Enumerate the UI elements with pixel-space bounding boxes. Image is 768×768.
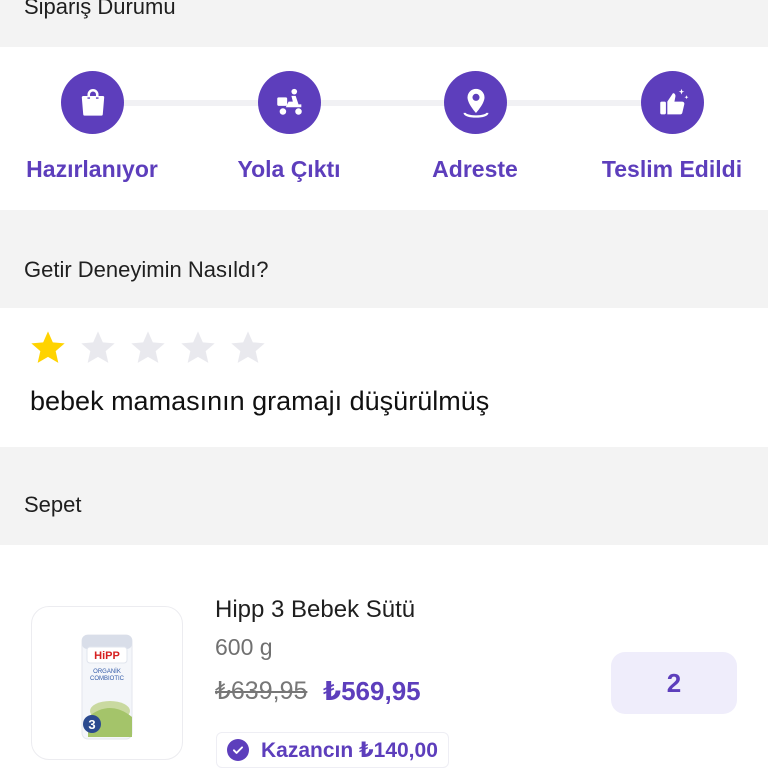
star-icon-empty[interactable] bbox=[228, 328, 268, 368]
rating-title: Getir Deneyimin Nasıldı? bbox=[24, 257, 269, 282]
savings-text: Kazancın ₺140,00 bbox=[261, 738, 438, 762]
svg-text:3: 3 bbox=[88, 717, 95, 732]
rating-header: Getir Deneyimin Nasıldı? bbox=[0, 210, 768, 308]
step-label-delivered: Teslim Edildi bbox=[601, 156, 743, 182]
status-progress-line bbox=[92, 100, 674, 106]
step-label-preparing: Hazırlanıyor bbox=[26, 156, 158, 182]
thumbs-up-sparkle-icon bbox=[641, 71, 704, 134]
quantity-button[interactable]: 2 bbox=[611, 652, 737, 714]
step-label-on-the-way: Yola Çıktı bbox=[237, 156, 341, 182]
check-circle-icon bbox=[227, 739, 249, 761]
product-package-image: HiPP ORGANİK COMBIOTIC 3 bbox=[81, 634, 133, 740]
product-old-price: ₺639,95 bbox=[215, 677, 308, 705]
svg-text:COMBIOTIC: COMBIOTIC bbox=[90, 676, 125, 682]
cart-title: Sepet bbox=[24, 492, 82, 517]
star-icon-empty[interactable] bbox=[78, 328, 118, 368]
cart-header: Sepet bbox=[0, 447, 768, 545]
savings-badge: Kazancın ₺140,00 bbox=[216, 732, 449, 768]
order-status-title: Sipariş Durumu bbox=[24, 0, 176, 19]
step-label-at-address: Adreste bbox=[432, 156, 518, 182]
product-name: Hipp 3 Bebek Sütü bbox=[215, 596, 416, 623]
star-icon-filled[interactable] bbox=[28, 328, 68, 368]
star-icon-empty[interactable] bbox=[128, 328, 168, 368]
location-pin-icon bbox=[444, 71, 507, 134]
courier-scooter-icon bbox=[258, 71, 321, 134]
svg-text:HiPP: HiPP bbox=[94, 650, 120, 662]
order-status-header: Sipariş Durumu bbox=[0, 0, 768, 47]
star-rating[interactable] bbox=[28, 328, 268, 368]
product-weight: 600 g bbox=[215, 634, 273, 660]
star-icon-empty[interactable] bbox=[178, 328, 218, 368]
review-text: bebek mamasının gramajı düşürülmüş bbox=[30, 386, 490, 416]
shopping-bag-icon bbox=[61, 71, 124, 134]
product-new-price: ₺569,95 bbox=[323, 676, 421, 706]
svg-text:ORGANİK: ORGANİK bbox=[93, 668, 121, 675]
product-image[interactable]: HiPP ORGANİK COMBIOTIC 3 bbox=[31, 606, 183, 760]
